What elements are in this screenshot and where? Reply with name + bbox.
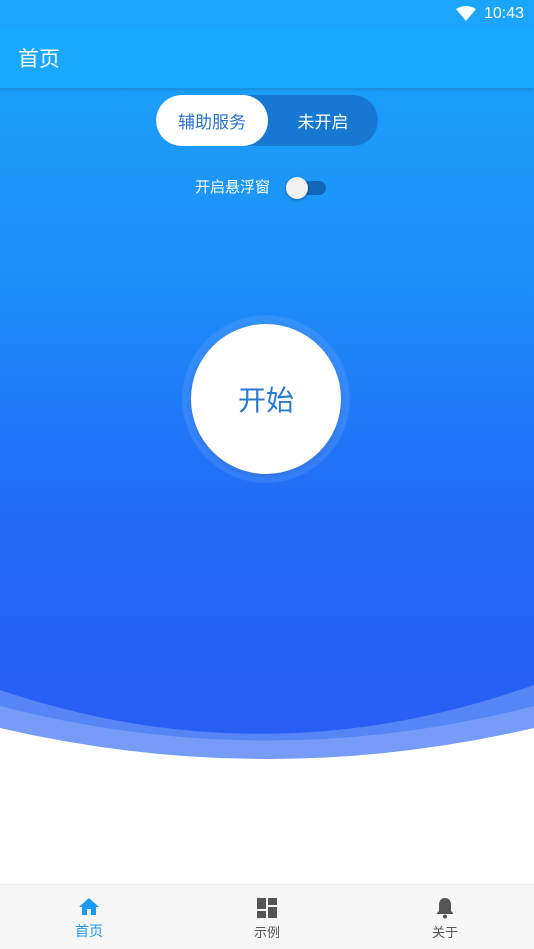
dashboard-icon [257,897,277,918]
floating-window-label: 开启悬浮窗 [195,178,271,196]
floating-window-toggle[interactable] [286,176,328,199]
status-bar: 10:43 [0,0,534,28]
bell-icon [437,897,453,918]
floating-window-row: 开启悬浮窗 [195,176,328,199]
start-button-ring: 开始 [183,316,349,482]
nav-item-about[interactable]: 关于 [356,885,534,949]
accessibility-service-switch[interactable]: 辅助服务 未开启 [156,95,378,146]
nav-label-home: 首页 [75,924,103,940]
toggle-thumb [286,176,309,199]
wifi-icon [455,6,476,21]
app-bar: 首页 [0,28,534,88]
home-icon [79,898,99,915]
nav-item-examples[interactable]: 示例 [178,885,356,949]
nav-label-about: 关于 [431,925,458,941]
segment-accessibility-service[interactable]: 辅助服务 [156,95,268,146]
nav-item-home[interactable]: 首页 [0,885,178,949]
segment-status-not-enabled[interactable]: 未开启 [268,95,378,146]
page-title: 首页 [18,47,60,71]
bottom-navigation: 首页 示例 关于 [0,884,534,949]
nav-label-examples: 示例 [253,925,280,941]
status-time: 10:43 [483,5,524,22]
start-button[interactable]: 开始 [191,324,341,474]
